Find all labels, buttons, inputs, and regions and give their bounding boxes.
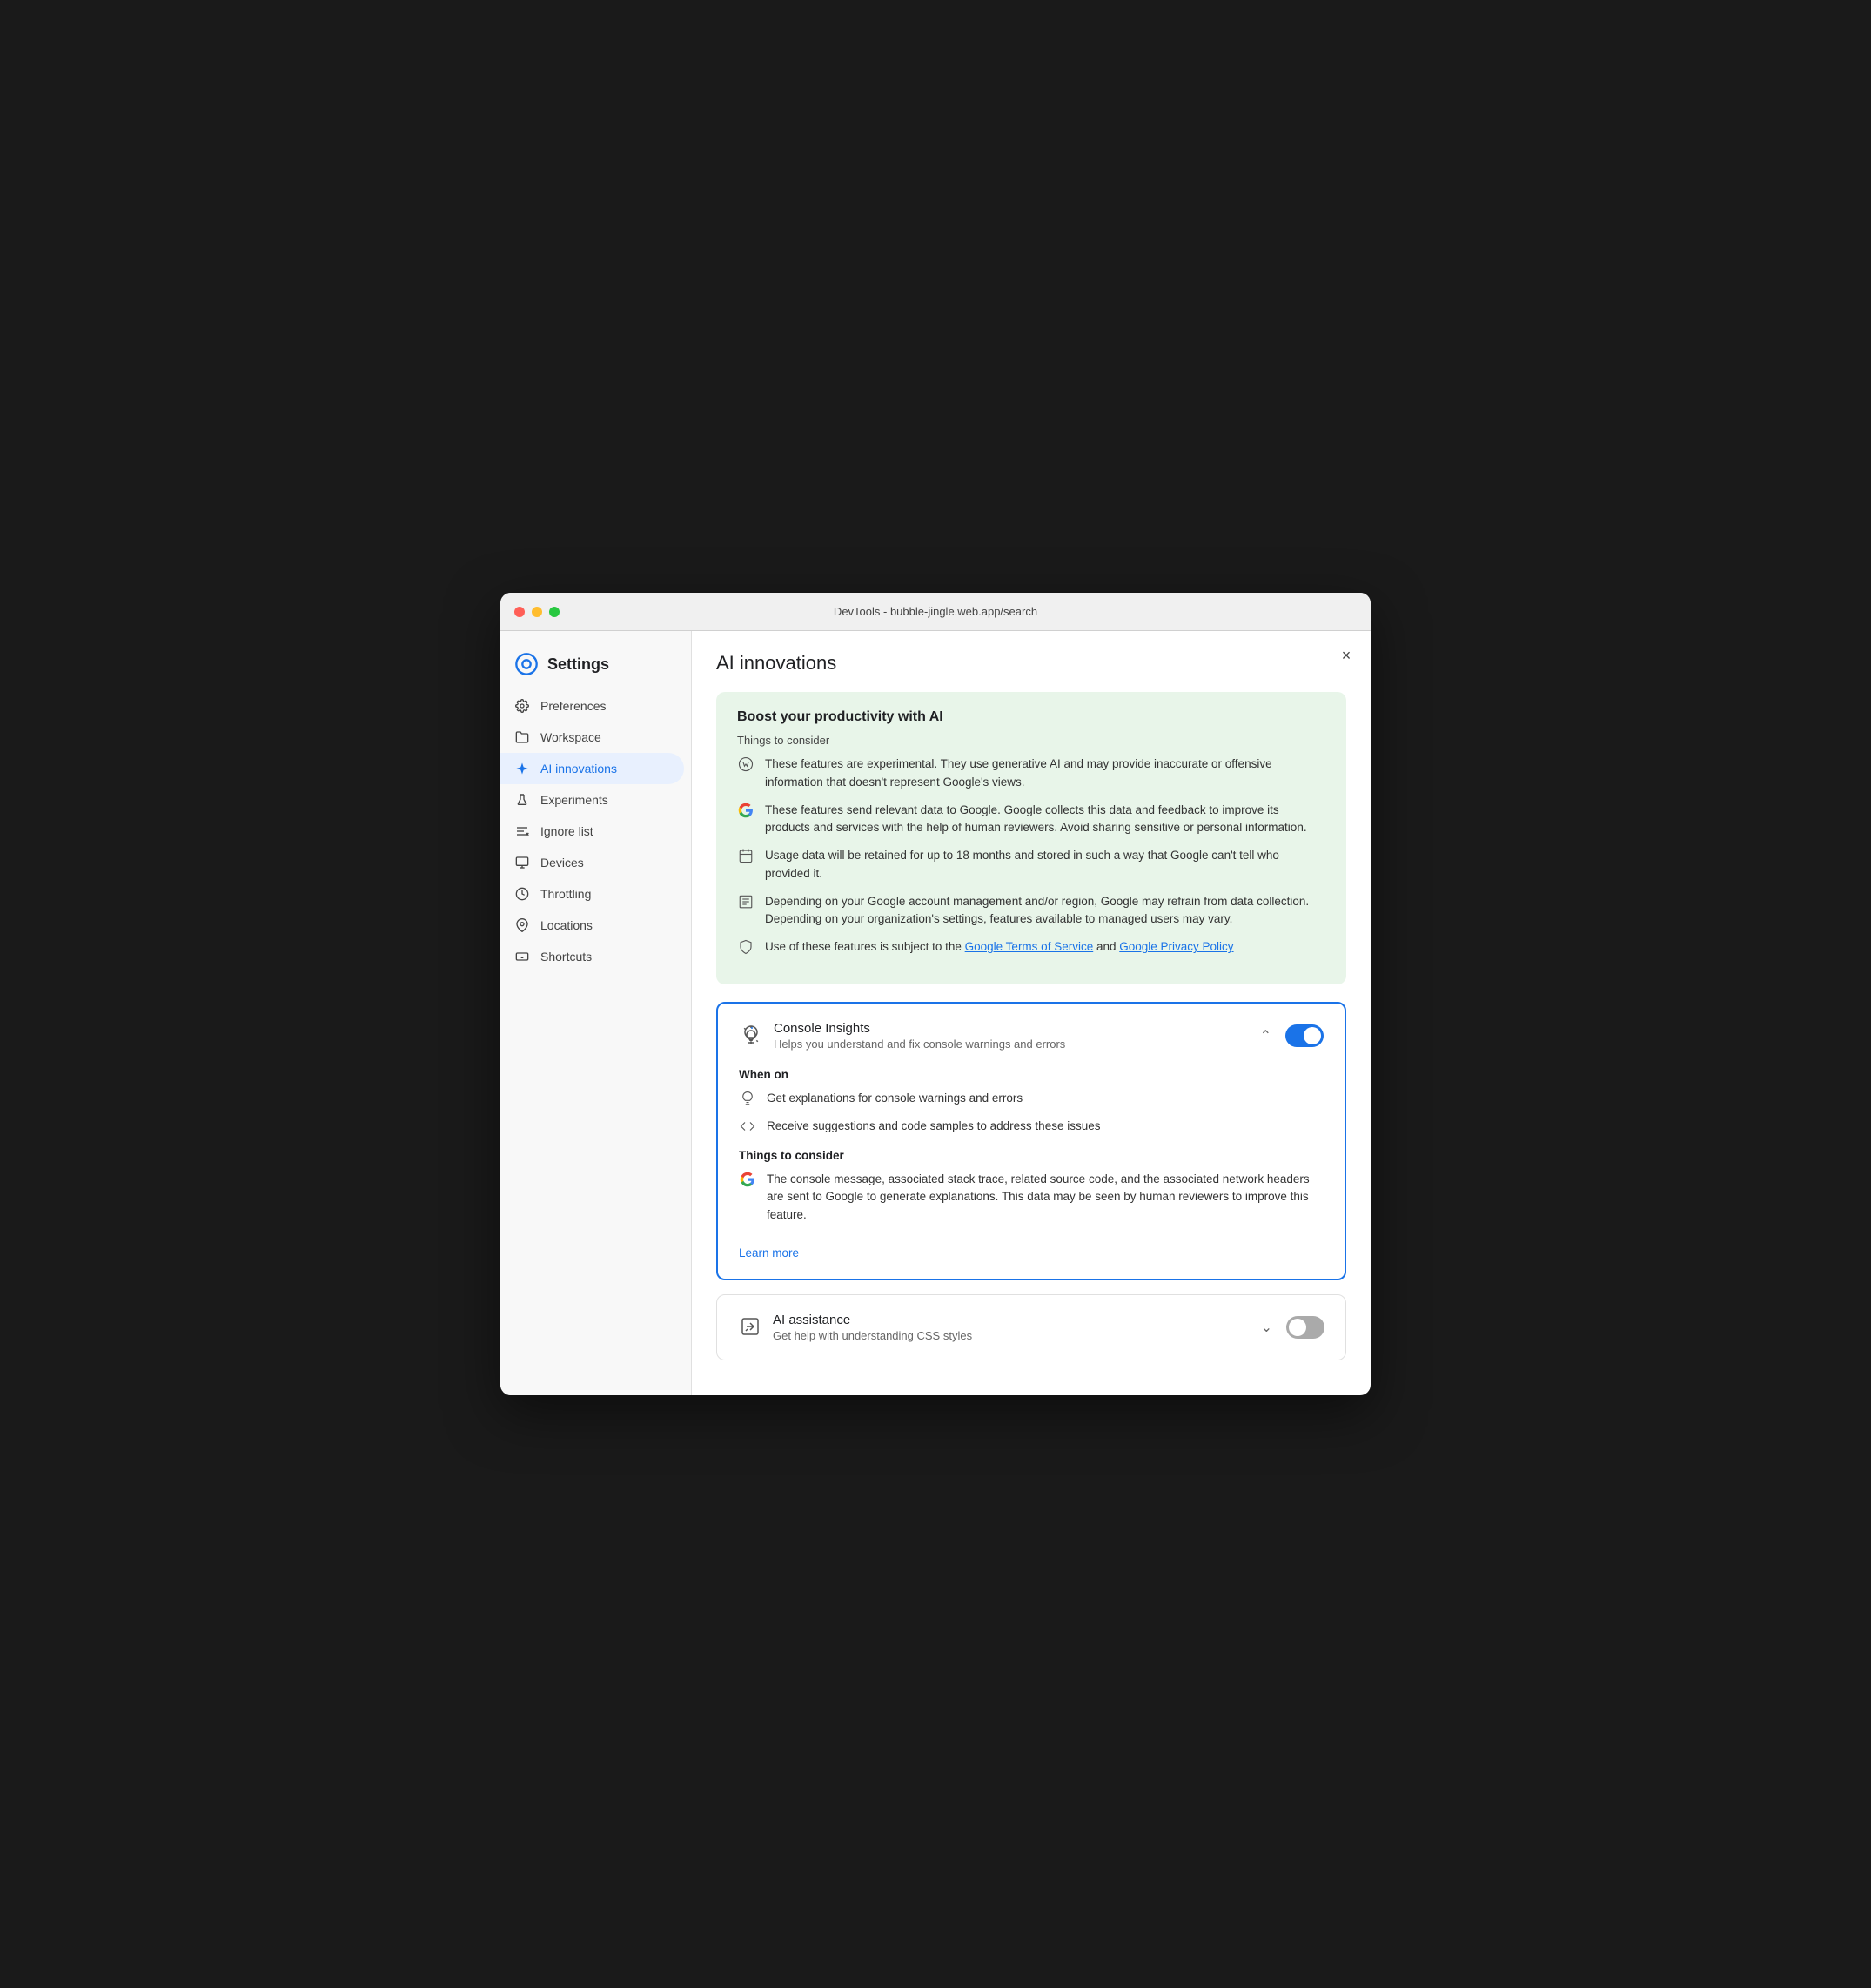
ai-assistance-title: AI assistance [773, 1313, 972, 1327]
when-on-title: When on [739, 1068, 1324, 1081]
info-item-text: Usage data will be retained for up to 18… [765, 847, 1325, 883]
console-insights-title: Console Insights [774, 1021, 1065, 1036]
info-card-title: Boost your productivity with AI [737, 709, 1325, 725]
console-insights-collapse-button[interactable]: ⌃ [1257, 1024, 1275, 1048]
console-insights-controls: ⌃ [1257, 1024, 1324, 1048]
sidebar-item-shortcuts[interactable]: Shortcuts [500, 941, 684, 972]
shield-icon [737, 939, 754, 955]
maximize-traffic-light[interactable] [549, 607, 560, 617]
device-icon [514, 855, 530, 870]
throttle-icon [514, 886, 530, 902]
ai-assistance-toggle[interactable] [1286, 1316, 1324, 1339]
privacy-link[interactable]: Google Privacy Policy [1119, 940, 1233, 953]
titlebar: DevTools - bubble-jingle.web.app/search [500, 593, 1371, 631]
google-g-icon-2 [739, 1172, 756, 1187]
sidebar-item-ignore-list[interactable]: Ignore list [500, 816, 684, 847]
sidebar-title: Settings [547, 655, 609, 674]
console-insights-desc: Helps you understand and fix console war… [774, 1038, 1065, 1051]
ignore-icon [514, 823, 530, 839]
info-card: Boost your productivity with AI Things t… [716, 692, 1346, 984]
settings-window: DevTools - bubble-jingle.web.app/search … [500, 593, 1371, 1395]
ai-assistance-card: AI assistance Get help with understandin… [716, 1294, 1346, 1360]
sidebar-item-label: Shortcuts [540, 950, 592, 964]
info-item-text: These features send relevant data to Goo… [765, 802, 1325, 837]
ai-assistance-header: AI assistance Get help with understandin… [738, 1313, 1324, 1342]
console-insights-header: Console Insights Helps you understand an… [739, 1021, 1324, 1051]
tos-link[interactable]: Google Terms of Service [965, 940, 1094, 953]
sidebar-item-label: Experiments [540, 793, 608, 807]
info-item-text: Use of these features is subject to the … [765, 938, 1234, 956]
close-traffic-light[interactable] [514, 607, 525, 617]
info-item-text: These features are experimental. They us… [765, 756, 1325, 791]
console-insights-text: Console Insights Helps you understand an… [774, 1021, 1065, 1051]
code-icon [739, 1118, 756, 1134]
calendar-icon [737, 848, 754, 863]
ai-assistance-desc: Get help with understanding CSS styles [773, 1329, 972, 1342]
ai-assistance-expand-button[interactable]: ⌄ [1257, 1315, 1276, 1340]
info-item-text: Depending on your Google account managem… [765, 893, 1325, 929]
sidebar: Settings Preferences Workspace [500, 631, 692, 1395]
sidebar-item-preferences[interactable]: Preferences [500, 690, 684, 722]
sparkle-icon [514, 761, 530, 776]
sidebar-item-workspace[interactable]: Workspace [500, 722, 684, 753]
info-item-2: These features send relevant data to Goo… [737, 802, 1325, 837]
console-insights-thing-text: The console message, associated stack tr… [767, 1171, 1324, 1224]
pin-icon [514, 917, 530, 933]
sidebar-item-devices[interactable]: Devices [500, 847, 684, 878]
sidebar-item-label: Preferences [540, 699, 606, 713]
console-insights-things-title: Things to consider [739, 1149, 1324, 1162]
sidebar-item-throttling[interactable]: Throttling [500, 878, 684, 910]
ai-assistance-header-left: AI assistance Get help with understandin… [738, 1313, 972, 1342]
sidebar-item-label: Ignore list [540, 824, 593, 838]
sidebar-item-label: Locations [540, 918, 593, 932]
gear-icon [514, 698, 530, 714]
console-insights-toggle[interactable] [1285, 1024, 1324, 1047]
info-item-1: These features are experimental. They us… [737, 756, 1325, 791]
console-insights-icon [739, 1023, 763, 1047]
console-insights-thing-1: The console message, associated stack tr… [739, 1171, 1324, 1224]
sidebar-item-label: AI innovations [540, 762, 617, 776]
main-panel: × AI innovations Boost your productivity… [692, 631, 1371, 1395]
when-on-item-text: Receive suggestions and code samples to … [767, 1118, 1100, 1135]
close-button[interactable]: × [1336, 645, 1357, 666]
folder-icon [514, 729, 530, 745]
console-insights-card: Console Insights Helps you understand an… [716, 1002, 1346, 1280]
window-title: DevTools - bubble-jingle.web.app/search [834, 605, 1037, 618]
info-card-subtitle: Things to consider [737, 734, 1325, 747]
sidebar-item-label: Workspace [540, 730, 601, 744]
minimize-traffic-light[interactable] [532, 607, 542, 617]
main-content: Settings Preferences Workspace [500, 631, 1371, 1395]
info-item-5: Use of these features is subject to the … [737, 938, 1325, 956]
sidebar-item-experiments[interactable]: Experiments [500, 784, 684, 816]
when-on-section: When on Get explanations for console war… [739, 1068, 1324, 1136]
ai-assistance-text: AI assistance Get help with understandin… [773, 1313, 972, 1342]
list-alt-icon [737, 894, 754, 910]
sidebar-item-label: Throttling [540, 887, 591, 901]
lightbulb-icon [739, 1091, 756, 1106]
when-on-item-text: Get explanations for console warnings an… [767, 1090, 1023, 1107]
learn-more-link[interactable]: Learn more [739, 1246, 799, 1259]
ai-assistance-controls: ⌄ [1257, 1315, 1324, 1340]
google-g-icon-1 [737, 803, 754, 818]
settings-logo-icon [514, 652, 539, 676]
when-on-item-2: Receive suggestions and code samples to … [739, 1118, 1324, 1135]
when-on-item-1: Get explanations for console warnings an… [739, 1090, 1324, 1107]
page-title: AI innovations [716, 652, 1346, 675]
traffic-lights [514, 607, 560, 617]
info-item-4: Depending on your Google account managem… [737, 893, 1325, 929]
flask-icon [514, 792, 530, 808]
console-insights-header-left: Console Insights Helps you understand an… [739, 1021, 1065, 1051]
sidebar-item-locations[interactable]: Locations [500, 910, 684, 941]
sidebar-item-ai-innovations[interactable]: AI innovations [500, 753, 684, 784]
info-item-3: Usage data will be retained for up to 18… [737, 847, 1325, 883]
sidebar-item-label: Devices [540, 856, 584, 870]
sidebar-header: Settings [500, 645, 691, 690]
ai-assistance-icon [738, 1314, 762, 1339]
keyboard-icon [514, 949, 530, 964]
ai-caution-icon [737, 756, 754, 772]
